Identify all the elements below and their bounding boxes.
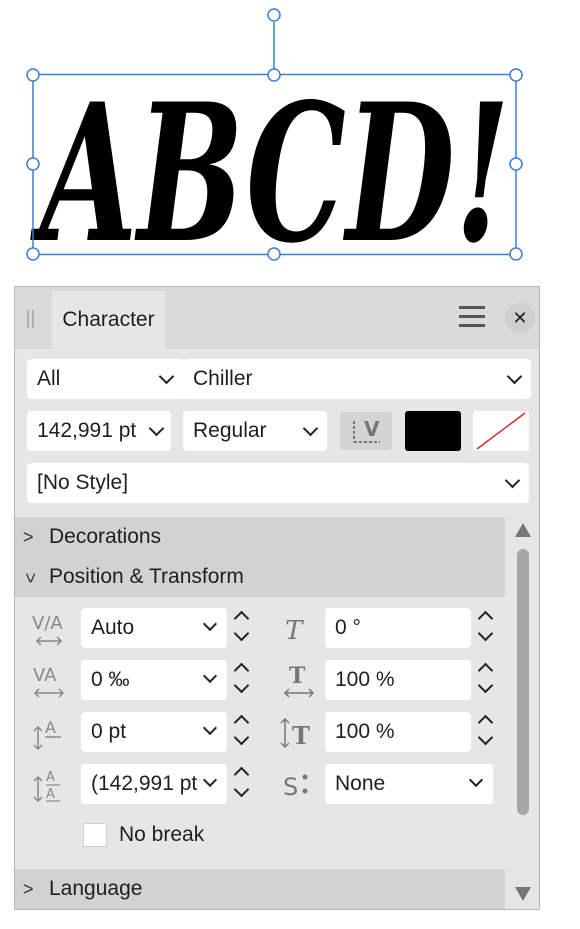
font-size-value: 142,991 pt bbox=[37, 419, 137, 442]
tracking-value: 0 ‰ bbox=[91, 668, 130, 691]
chevron-down-icon bbox=[158, 368, 175, 385]
superscript-value: None bbox=[335, 772, 386, 795]
scope-select[interactable]: All bbox=[27, 359, 185, 399]
section-decorations-label: Decorations bbox=[49, 525, 162, 548]
baseline-shift-icon: A bbox=[33, 718, 61, 751]
horizontal-scale-icon: T bbox=[283, 663, 315, 698]
section-language-label: Language bbox=[49, 877, 143, 900]
baseline-shift-stepper[interactable] bbox=[231, 710, 251, 754]
scrollbar-thumb[interactable] bbox=[517, 549, 529, 815]
resize-handle-bottom-right[interactable] bbox=[509, 247, 523, 261]
chevron-down-icon bbox=[202, 720, 218, 736]
superscript-icon: S bbox=[283, 773, 308, 801]
vertical-scale-field[interactable]: 100 % bbox=[325, 712, 471, 752]
resize-handle-top-left[interactable] bbox=[26, 68, 40, 82]
chevron-right-icon: > bbox=[23, 527, 34, 547]
character-panel: Character ✕ All Chiller 142,991 pt Regul… bbox=[14, 286, 540, 910]
panel-header: Character ✕ bbox=[15, 287, 539, 349]
font-family-select[interactable]: Chiller bbox=[183, 359, 531, 399]
tab-character[interactable]: Character bbox=[52, 291, 165, 349]
shear-value: 0 ° bbox=[335, 616, 361, 639]
chevron-down-icon bbox=[202, 616, 218, 632]
svg-text:S: S bbox=[283, 773, 298, 801]
baseline-shift-value: 0 pt bbox=[91, 720, 127, 743]
leading-stepper[interactable] bbox=[231, 762, 251, 806]
chevron-down-icon: > bbox=[20, 572, 41, 584]
superscript-select[interactable]: None bbox=[325, 764, 493, 804]
artistic-text[interactable]: ABCD! bbox=[30, 62, 510, 270]
svg-text:V: V bbox=[364, 417, 380, 441]
shear-stepper[interactable] bbox=[475, 606, 495, 650]
italic-shear-icon: T bbox=[285, 616, 304, 646]
section-position-transform[interactable]: > Position & Transform bbox=[15, 557, 505, 597]
close-icon[interactable]: ✕ bbox=[505, 303, 535, 333]
leading-value: (142,991 pt) bbox=[91, 772, 197, 795]
chevron-down-icon bbox=[148, 420, 165, 437]
vertical-text-icon[interactable]: V bbox=[340, 412, 392, 450]
chevron-down-icon bbox=[202, 668, 218, 684]
scroll-up-arrow-icon[interactable] bbox=[509, 519, 537, 541]
scope-select-value: All bbox=[37, 367, 61, 390]
resize-handle-top[interactable] bbox=[267, 68, 281, 82]
resize-handle-right[interactable] bbox=[509, 157, 523, 171]
kerning-value: Auto bbox=[91, 616, 135, 639]
scroll-down-arrow-icon[interactable] bbox=[509, 883, 537, 905]
rotate-handle[interactable] bbox=[267, 8, 281, 22]
text-selection-box[interactable]: ABCD! bbox=[0, 0, 580, 270]
svg-text:A: A bbox=[46, 770, 55, 785]
chevron-down-icon bbox=[504, 472, 521, 489]
background-color-swatch[interactable] bbox=[473, 411, 529, 451]
section-decorations[interactable]: > Decorations bbox=[15, 517, 505, 557]
resize-handle-bottom-left[interactable] bbox=[26, 247, 40, 261]
resize-handle-left[interactable] bbox=[26, 157, 40, 171]
tracking-stepper[interactable] bbox=[231, 658, 251, 702]
font-style-select[interactable]: Regular bbox=[183, 411, 327, 451]
svg-text:A: A bbox=[46, 787, 55, 802]
resize-handle-bottom[interactable] bbox=[267, 247, 281, 261]
resize-handle-top-right[interactable] bbox=[509, 68, 523, 82]
chevron-down-icon bbox=[202, 772, 218, 788]
font-size-field[interactable]: 142,991 pt bbox=[27, 411, 171, 451]
no-break-label: No break bbox=[119, 823, 205, 846]
leading-select[interactable]: (142,991 pt) bbox=[81, 764, 227, 804]
font-style-value: Regular bbox=[193, 419, 267, 442]
text-style-value: [No Style] bbox=[37, 471, 129, 494]
text-color-swatch[interactable] bbox=[405, 411, 461, 451]
chevron-down-icon bbox=[468, 772, 484, 788]
vertical-scale-stepper[interactable] bbox=[475, 710, 495, 754]
kerning-icon: V/A bbox=[32, 613, 63, 646]
svg-text:VA: VA bbox=[33, 665, 57, 686]
drag-grip-icon[interactable] bbox=[27, 310, 37, 328]
horizontal-scale-field[interactable]: 100 % bbox=[325, 660, 471, 700]
section-language[interactable]: > Language bbox=[15, 869, 505, 909]
horizontal-scale-stepper[interactable] bbox=[475, 658, 495, 702]
vertical-scale-value: 100 % bbox=[335, 720, 395, 743]
svg-text:T: T bbox=[285, 616, 304, 646]
section-position-transform-label: Position & Transform bbox=[49, 565, 244, 588]
leading-icon: A A bbox=[33, 770, 60, 803]
tracking-icon: VA bbox=[33, 665, 65, 698]
svg-text:T: T bbox=[292, 721, 310, 750]
kerning-stepper[interactable] bbox=[231, 606, 251, 650]
vertical-scale-icon: T bbox=[280, 717, 310, 750]
shear-field[interactable]: 0 ° bbox=[325, 608, 471, 648]
tracking-select[interactable]: 0 ‰ bbox=[81, 660, 227, 700]
chevron-down-icon bbox=[506, 368, 523, 385]
scrollbar[interactable] bbox=[509, 519, 537, 909]
font-family-value: Chiller bbox=[193, 367, 253, 390]
chevron-right-icon: > bbox=[23, 879, 34, 899]
text-style-select[interactable]: [No Style] bbox=[27, 463, 529, 503]
no-break-checkbox[interactable] bbox=[83, 823, 107, 847]
hamburger-icon[interactable] bbox=[459, 306, 485, 328]
kerning-select[interactable]: Auto bbox=[81, 608, 227, 648]
baseline-shift-select[interactable]: 0 pt bbox=[81, 712, 227, 752]
svg-text:V/A: V/A bbox=[32, 613, 63, 634]
svg-text:A: A bbox=[45, 718, 56, 737]
svg-text:T: T bbox=[289, 663, 306, 689]
horizontal-scale-value: 100 % bbox=[335, 668, 395, 691]
chevron-down-icon bbox=[302, 420, 319, 437]
canvas-area[interactable]: ABCD! bbox=[0, 0, 580, 270]
